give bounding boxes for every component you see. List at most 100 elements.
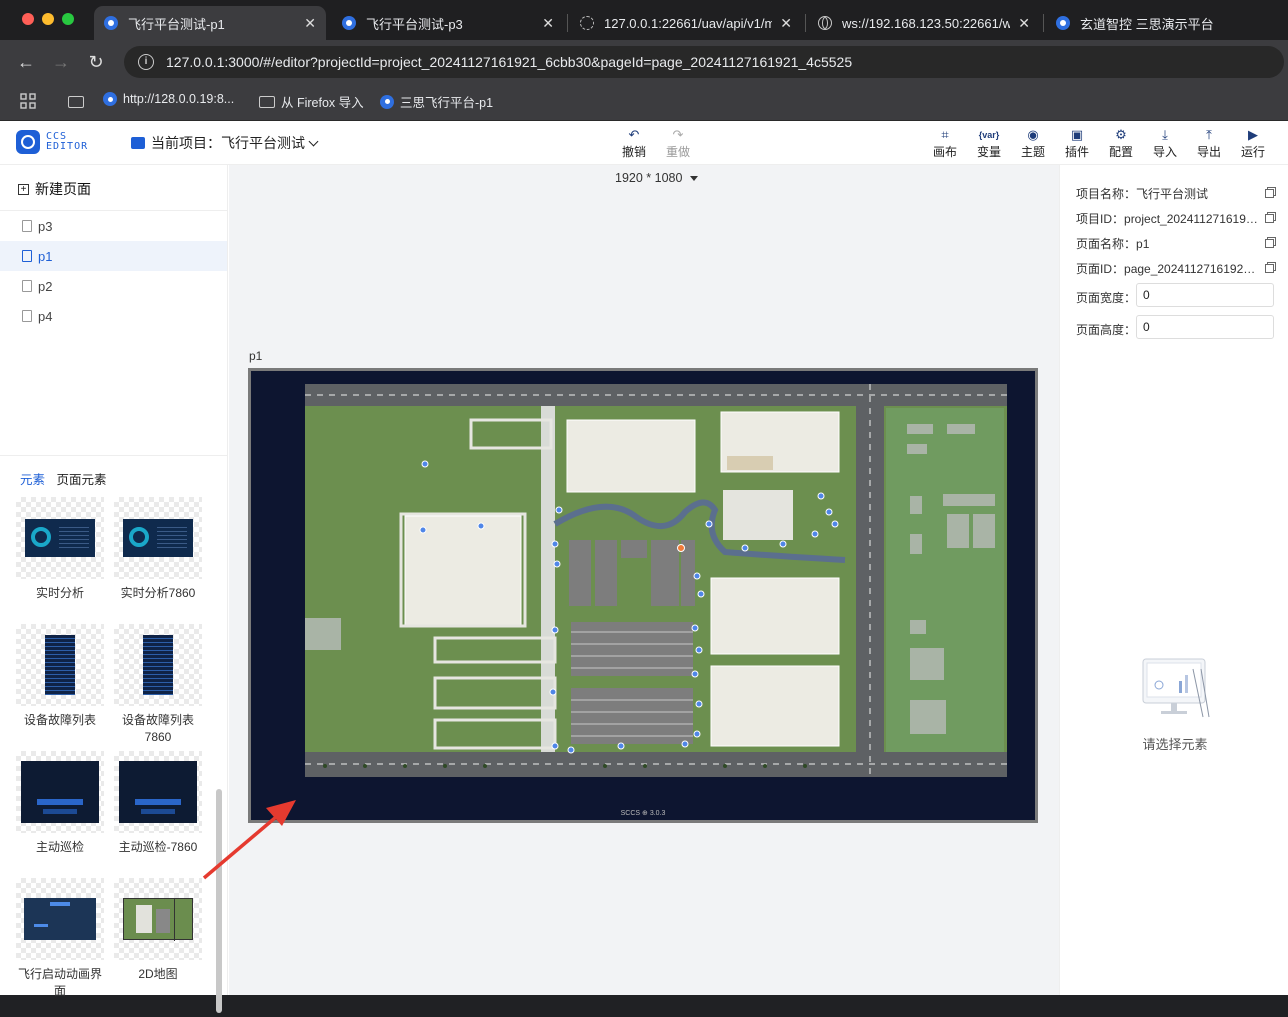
close-tab-icon[interactable]: ✕ [780, 15, 792, 32]
project-selector[interactable]: 当前项目：飞行平台测试 [131, 133, 319, 153]
browser-tab[interactable]: 127.0.0.1:22661/uav/api/v1/m ✕ [570, 6, 802, 40]
component-label: 主动巡检 [35, 840, 84, 854]
page-item-label: p1 [38, 248, 53, 264]
canvas-button[interactable]: ⌗ 画布 [927, 127, 963, 160]
run-button[interactable]: ▶ 运行 [1235, 127, 1271, 160]
apps-grid-icon[interactable] [20, 93, 36, 109]
gear-icon: ⚙ [1115, 127, 1127, 142]
bookmark-item[interactable]: 从 Firefox 导入 [259, 92, 364, 111]
copy-icon[interactable] [1265, 264, 1274, 273]
component-tabs: 元素 页面元素 [20, 469, 115, 488]
page-item-p1[interactable]: p1 [0, 241, 227, 271]
page-item-p2[interactable]: p2 [0, 271, 227, 301]
undo-label: 撤销 [621, 145, 646, 159]
close-window-button[interactable] [22, 13, 34, 25]
site-info-icon[interactable]: i [138, 54, 154, 70]
plus-icon: + [18, 183, 29, 195]
export-button[interactable]: ⤒ 导出 [1191, 127, 1227, 160]
component-card[interactable]: 2D地图 [112, 878, 204, 983]
document-icon [22, 280, 32, 292]
component-label: 设备故障列表7860 [121, 713, 194, 744]
component-label: 2D地图 [138, 967, 178, 981]
2d-map-component[interactable] [305, 384, 1007, 777]
tab-separator [1043, 14, 1044, 32]
theme-button[interactable]: ◉ 主题 [1015, 127, 1051, 160]
component-card[interactable]: 实时分析 [14, 497, 106, 602]
tab-title: 飞行平台测试-p3 [366, 16, 463, 32]
project-name-label: 项目名称： [1076, 187, 1137, 201]
page-item-p4[interactable]: p4 [0, 301, 227, 331]
app-favicon-icon [1056, 16, 1070, 30]
component-card[interactable]: 实时分析7860 [112, 497, 204, 602]
page-height-label: 页面高度： [1076, 323, 1137, 337]
minimize-window-button[interactable] [42, 13, 54, 25]
bookmark-item[interactable]: http://128.0.0.19:8... [103, 92, 234, 106]
page-id-row: 页面ID： page_20241127161921_4c5525 [1076, 260, 1274, 277]
project-name-row: 项目名称： 飞行平台测试 [1076, 185, 1274, 202]
logo-icon [16, 130, 40, 154]
address-bar[interactable]: i 127.0.0.1:3000/#/editor?projectId=proj… [124, 46, 1284, 78]
config-label: 配置 [1108, 145, 1133, 159]
component-card[interactable]: 飞行启动动画界面 [14, 878, 106, 1000]
app-favicon-icon [342, 16, 356, 30]
plugins-button[interactable]: ▣ 插件 [1059, 127, 1095, 160]
bookmark-item[interactable]: 三思飞行平台-p1 [380, 92, 493, 111]
tab-elements[interactable]: 元素 [20, 473, 45, 487]
import-button[interactable]: ⤓ 导入 [1147, 127, 1183, 160]
chevron-down-icon [308, 136, 319, 146]
app-favicon-icon [104, 16, 118, 30]
forward-arrow-icon[interactable]: → [49, 50, 73, 74]
component-card[interactable]: 主动巡检-7860 [112, 751, 204, 856]
browser-tab[interactable]: 玄道智控 三思演示平台 [1046, 6, 1288, 40]
editor-app: CCS EDITOR 当前项目：飞行平台测试 ↶ 撤销 ↷ 重做 ⌗ 画布 {v… [0, 121, 1288, 1013]
maximize-window-button[interactable] [62, 13, 74, 25]
project-id-value: project_20241127161921_6cbb30 [1124, 211, 1259, 226]
component-card[interactable]: 主动巡检 [14, 751, 106, 856]
project-id-label: 项目ID： [1076, 212, 1125, 226]
redo-button[interactable]: ↷ 重做 [660, 127, 696, 160]
component-card[interactable]: 设备故障列表 [14, 624, 106, 729]
folder-icon[interactable] [68, 96, 90, 108]
undo-button[interactable]: ↶ 撤销 [616, 127, 652, 160]
undo-icon: ↶ [628, 127, 640, 142]
component-list-scrollbar[interactable] [216, 789, 222, 1013]
project-id-row: 项目ID： project_20241127161921_6cbb30 [1076, 210, 1274, 227]
browser-tab[interactable]: 飞行平台测试-p1 ✕ [94, 6, 326, 40]
tab-page-elements[interactable]: 页面元素 [57, 473, 107, 487]
config-button[interactable]: ⚙ 配置 [1103, 127, 1139, 160]
reload-icon[interactable]: ↻ [84, 50, 108, 74]
back-arrow-icon[interactable]: ← [14, 50, 38, 74]
page-width-input[interactable]: 0 [1136, 283, 1274, 307]
component-label: 实时分析7860 [120, 586, 196, 600]
browser-nav-bar: ← → ↻ i 127.0.0.1:3000/#/editor?projectI… [0, 40, 1288, 84]
resolution-selector[interactable]: 1920 * 1080 [615, 171, 699, 185]
browser-tab-bar: 飞行平台测试-p1 ✕ 飞行平台测试-p3 ✕ 127.0.0.1:22661/… [0, 0, 1288, 40]
bookmark-label: 三思飞行平台-p1 [400, 96, 494, 110]
bookmark-label: http://128.0.0.19:8... [123, 92, 235, 106]
copy-icon[interactable] [1265, 189, 1274, 198]
page-height-input[interactable]: 0 [1136, 315, 1274, 339]
component-card[interactable]: 设备故障列表7860 [112, 624, 204, 746]
app-favicon-icon [103, 92, 117, 106]
theme-label: 主题 [1020, 145, 1045, 159]
browser-tab[interactable]: 飞行平台测试-p3 ✕ [332, 6, 564, 40]
variables-button[interactable]: {var} 变量 [971, 127, 1007, 160]
new-page-button[interactable]: + 新建页面 [18, 179, 91, 199]
bookmark-label: 从 Firefox 导入 [281, 96, 364, 110]
close-tab-icon[interactable]: ✕ [304, 15, 316, 32]
url-text[interactable]: 127.0.0.1:3000/#/editor?projectId=projec… [166, 54, 852, 70]
project-name-value: 飞行平台测试 [1136, 187, 1209, 201]
close-tab-icon[interactable]: ✕ [1018, 15, 1030, 32]
crop-icon: ⌗ [941, 127, 949, 142]
empty-selection-hint: 请选择元素 [1142, 737, 1208, 752]
page-item-p3[interactable]: p3 [0, 211, 227, 241]
copy-icon[interactable] [1265, 239, 1274, 248]
component-thumbnail [114, 624, 202, 706]
close-tab-icon[interactable]: ✕ [542, 15, 554, 32]
page-id-label: 页面ID： [1076, 262, 1125, 276]
component-label: 设备故障列表 [23, 713, 96, 727]
page-canvas[interactable]: SCCS ⊕ 3.0.3 [248, 368, 1038, 823]
page-width-label: 页面宽度： [1076, 291, 1137, 305]
browser-tab[interactable]: ws://192.168.123.50:22661/w ✕ [808, 6, 1040, 40]
copy-icon[interactable] [1265, 214, 1274, 223]
